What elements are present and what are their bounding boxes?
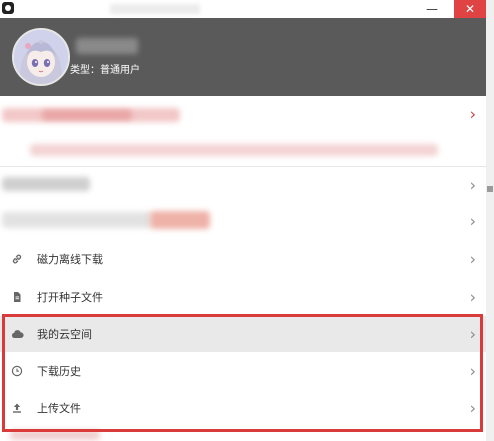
blurred-menu-row[interactable]: › [0,202,486,241]
menu-item-label: 下载历史 [37,364,81,378]
user-header: 类型：普通用户 [0,18,486,96]
upload-icon [10,401,24,415]
chevron-right-icon: › [469,398,476,418]
link-icon [10,252,24,266]
menu-item-my-cloud[interactable]: 我的云空间 › [0,316,486,353]
blurred-menu-row[interactable]: › [0,96,486,133]
blurred-text [42,110,132,120]
chevron-right-icon: › [469,104,476,124]
menu-item-label: 磁力离线下载 [37,253,103,266]
chevron-right-icon: › [469,324,476,344]
chevron-right-icon: › [469,287,476,307]
user-type-label: 类型：普通用户 [70,65,140,76]
title-bar: — ✕ [0,0,486,18]
menu-item-upload-file[interactable]: 上传文件 › [0,389,486,428]
blurred-menu-row[interactable]: › [0,166,486,204]
chevron-right-icon: › [469,249,476,269]
cloud-icon [10,327,24,341]
blurred-text [2,212,152,228]
chevron-right-icon: › [469,175,476,195]
close-button[interactable]: ✕ [454,0,486,18]
menu-item-label: 打开种子文件 [37,291,103,304]
menu-item-open-torrent[interactable]: 打开种子文件 › [0,278,486,317]
chevron-right-icon: › [469,211,476,231]
scrollbar-thumb[interactable] [487,186,493,192]
blurred-text [30,144,438,156]
blurred-banner [0,132,486,166]
avatar[interactable] [12,28,70,86]
blurred-text [150,211,210,229]
blurred-text [2,177,90,191]
avatar-image [14,30,68,84]
blurred-text [10,430,100,440]
clock-icon [10,364,24,378]
chevron-right-icon: › [469,361,476,380]
username-blurred [76,38,138,54]
app-window: — ✕ 类型：普通用户 › › › 磁力离线下载 › 打开种子文件 › 我的云空… [0,0,486,441]
blurred-menu-row[interactable] [0,427,486,441]
menu-item-magnet-download[interactable]: 磁力离线下载 › [0,240,486,279]
file-icon [10,290,24,304]
blurred-title [110,4,200,14]
menu-item-label: 上传文件 [37,402,81,415]
menu-item-label: 我的云空间 [37,328,92,341]
app-logo-icon [2,2,14,14]
menu-item-download-history[interactable]: 下载历史 › [0,352,486,390]
minimize-button[interactable]: — [418,0,446,18]
scrollbar[interactable] [486,0,494,441]
